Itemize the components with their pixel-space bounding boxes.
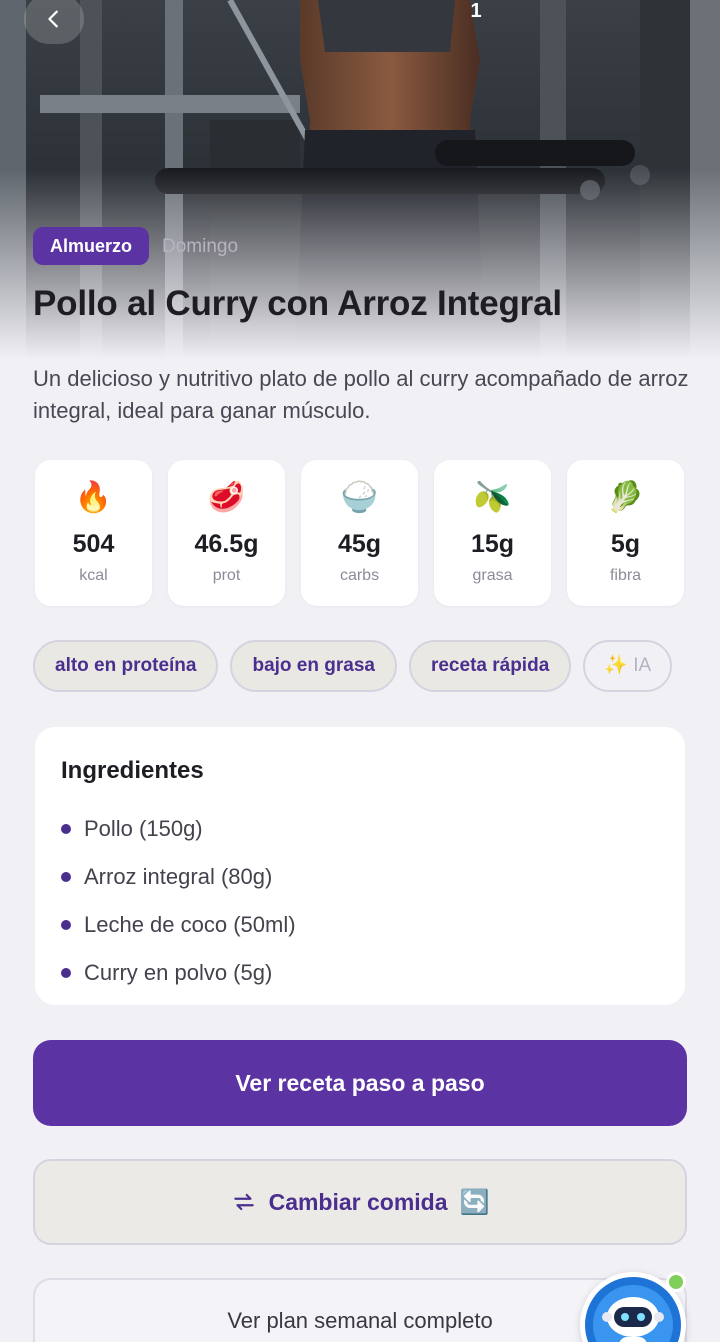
assistant-bot-button[interactable] — [580, 1272, 686, 1342]
macro-card-fat: 🫒 15g grasa — [434, 460, 551, 606]
ingredients-list: Pollo (150g) Arroz integral (80g) Leche … — [61, 805, 659, 997]
hero-fade — [0, 170, 720, 360]
ingredients-heading: Ingredientes — [61, 757, 204, 784]
change-meal-label: Cambiar comida — [268, 1188, 448, 1215]
tags-row: alto en proteína bajo en grasa receta rá… — [33, 640, 673, 692]
meal-detail-screen: 1 Almuerzo Domingo Pollo al Curry con Ar… — [0, 0, 720, 1342]
refresh-icon: 🔄 — [459, 1188, 490, 1216]
list-item: Leche de coco (50ml) — [61, 901, 659, 949]
tag-quick-recipe[interactable]: receta rápida — [408, 640, 572, 692]
macro-card-protein: 🥩 46.5g prot — [168, 460, 285, 606]
rice-icon: 🍚 — [340, 481, 379, 514]
list-item: Arroz integral (80g) — [61, 853, 659, 901]
ingredient-label: Arroz integral (80g) — [84, 864, 273, 889]
macro-value: 15g — [470, 530, 515, 558]
tag-low-fat[interactable]: bajo en grasa — [230, 640, 397, 692]
image-page-indicator: 1 — [470, 0, 482, 22]
view-recipe-button[interactable]: Ver receta paso a paso — [33, 1040, 687, 1126]
tag-high-protein[interactable]: alto en proteína — [33, 640, 219, 692]
ingredient-label: Leche de coco (50ml) — [84, 912, 296, 937]
macro-value: 504 — [72, 530, 115, 558]
macro-unit: grasa — [472, 567, 513, 584]
online-status-dot — [666, 1272, 686, 1292]
meal-type-badge: Almuerzo — [33, 227, 150, 265]
macro-unit: prot — [212, 567, 241, 584]
leafy-green-icon: 🥬 — [606, 481, 645, 514]
macro-unit: carbs — [339, 567, 380, 584]
meat-icon: 🥩 — [207, 481, 246, 514]
day-label: Domingo — [162, 236, 239, 257]
ingredient-label: Pollo (150g) — [84, 816, 203, 841]
back-button[interactable] — [24, 0, 84, 44]
macro-unit: kcal — [79, 567, 108, 584]
macro-value: 45g — [337, 530, 382, 558]
tag-ai-generated[interactable]: ✨ IA — [583, 640, 673, 692]
macro-card-carbs: 🍚 45g carbs — [301, 460, 418, 606]
olive-icon: 🫒 — [473, 481, 512, 514]
fire-icon: 🔥 — [74, 481, 113, 514]
meal-description: Un delicioso y nutritivo plato de pollo … — [33, 366, 689, 423]
macro-unit: fibra — [609, 567, 642, 584]
macro-value: 46.5g — [194, 530, 259, 558]
ingredient-label: Curry en polvo (5g) — [84, 960, 273, 985]
list-item: Curry en polvo (5g) — [61, 949, 659, 997]
chevron-left-icon — [48, 10, 58, 28]
swap-arrows-icon — [233, 1193, 254, 1211]
bullet-icon — [61, 824, 71, 834]
change-meal-button[interactable]: Cambiar comida 🔄 — [33, 1159, 687, 1245]
hero-image: 1 Almuerzo Domingo Pollo al Curry con Ar… — [0, 0, 720, 360]
bullet-icon — [61, 872, 71, 882]
list-item: Pollo (150g) — [61, 805, 659, 853]
macros-grid: 🔥 504 kcal 🥩 46.5g prot 🍚 45g carbs 🫒 15… — [35, 460, 684, 606]
bullet-icon — [61, 968, 71, 978]
macro-value: 5g — [610, 530, 641, 558]
macro-card-calories: 🔥 504 kcal — [35, 460, 152, 606]
bullet-icon — [61, 920, 71, 930]
macro-card-fiber: 🥬 5g fibra — [567, 460, 684, 606]
ingredients-card: Ingredientes Pollo (150g) Arroz integral… — [35, 727, 685, 1005]
page-title: Pollo al Curry con Arroz Integral — [33, 284, 562, 323]
